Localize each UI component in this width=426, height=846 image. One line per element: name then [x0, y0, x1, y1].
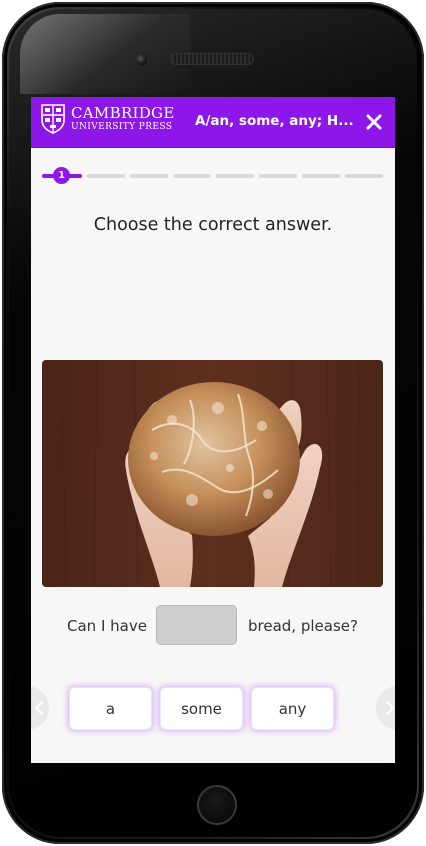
progress-segment [216, 174, 254, 178]
answer-blank[interactable] [156, 605, 237, 645]
cambridge-crest-icon [41, 104, 65, 134]
instruction-text: Choose the correct answer. [93, 215, 333, 235]
progress-step-badge: 1 [53, 167, 70, 184]
bread-photo [42, 360, 383, 587]
front-camera-icon [136, 54, 147, 65]
progress-segment [302, 174, 340, 178]
logo-line-2: University Press [71, 122, 173, 132]
progress-segment [259, 174, 297, 178]
app-screen: Cambridge University Press A/an, some, a… [31, 97, 395, 763]
sentence-after-blank: bread, please? [248, 617, 358, 635]
progress-segment [87, 174, 125, 178]
earpiece-speaker-icon [170, 53, 254, 65]
option-any-button[interactable]: any [251, 687, 334, 730]
question-sentence: Can I have bread, please? [31, 605, 395, 647]
home-button[interactable] [197, 785, 237, 825]
sentence-before-blank: Can I have [67, 617, 147, 635]
exercise-title: A/an, some, any; H... [195, 113, 354, 129]
close-icon [366, 114, 382, 130]
cambridge-logo: Cambridge University Press [41, 104, 175, 134]
close-button[interactable] [362, 110, 386, 134]
header-bar: Cambridge University Press A/an, some, a… [31, 97, 395, 148]
option-some-button[interactable]: some [160, 687, 243, 730]
progress-bar: 1 [42, 166, 384, 186]
progress-segment [173, 174, 211, 178]
progress-segment [345, 174, 383, 178]
option-a-button[interactable]: a [69, 687, 152, 730]
progress-segment [130, 174, 168, 178]
phone-glare [20, 14, 190, 94]
answer-options: a some any [31, 687, 395, 733]
logo-line-1: Cambridge [71, 104, 175, 122]
